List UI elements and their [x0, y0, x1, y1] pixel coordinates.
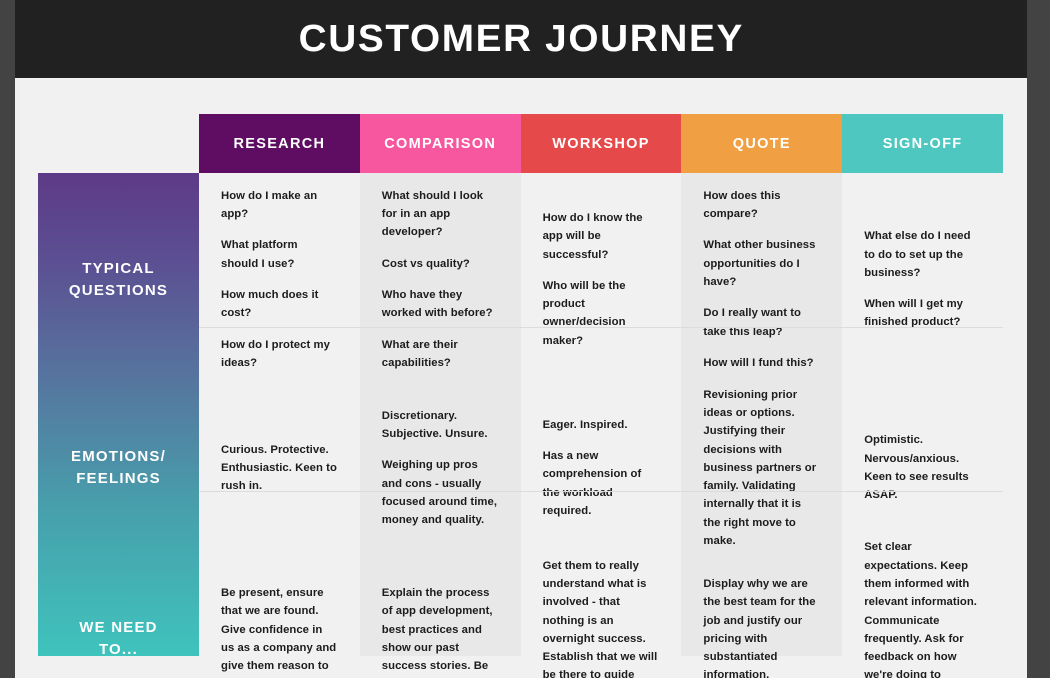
cell-typical-questions-comparison: What should I look for in an app develop…: [360, 173, 521, 386]
cell-emotions-feelings-workshop: Eager. Inspired. Has a new comprehension …: [521, 386, 682, 550]
cell-we-need-to-comparison: Explain the process of app development, …: [360, 550, 521, 678]
cell-typical-questions-sign-off: What else do I need to do to set up the …: [842, 173, 1003, 386]
header-band: CUSTOMER JOURNEY: [15, 0, 1027, 78]
row-divider-1: [199, 327, 1003, 328]
cell-text-line: Discretionary. Subjective. Unsure.: [381, 409, 488, 440]
column-research: How do I make an app? What platform shoul…: [199, 173, 360, 672]
row-label-line1: WE NEED: [79, 619, 158, 637]
matrix-body: How do I make an app? What platform shoul…: [199, 173, 1003, 678]
customer-journey-matrix: RESEARCH COMPARISON WORKSHOP QUOTE SIGN-…: [38, 114, 1003, 678]
cell-text-line: Revisioning prior ideas or options. Just…: [703, 388, 817, 548]
cell-text-line: Do I really want to take this leap?: [703, 307, 802, 338]
row-label-line1: TYPICAL: [82, 259, 155, 277]
cell-emotions-feelings-research: Curious. Protective. Enthusiastic. Keen …: [199, 386, 360, 550]
cell-typical-questions-research: How do I make an app? What platform shoul…: [199, 173, 360, 386]
stage-header-research[interactable]: RESEARCH: [199, 114, 360, 173]
cell-text-line: How do I protect my ideas?: [221, 338, 330, 369]
cell-we-need-to-quote: Display why we are the best team for the…: [681, 550, 842, 678]
cell-text-line: How does this compare?: [703, 189, 781, 221]
cell-text-line: Eager. Inspired.: [542, 418, 628, 431]
cell-text-line: Has a new comprehension of the workload …: [542, 450, 642, 517]
cell-text-line: Cost vs quality?: [381, 257, 470, 270]
cell-text-line: How much does it cost?: [221, 289, 319, 320]
cell-text-line: How do I make an app?: [221, 189, 318, 221]
stage-label: RESEARCH: [233, 135, 326, 152]
stage-label: QUOTE: [732, 135, 791, 152]
stage-label: WORKSHOP: [552, 135, 650, 152]
row-divider-2: [199, 491, 1003, 492]
cell-typical-questions-workshop: How do I know the app will be successful…: [521, 173, 682, 386]
cell-emotions-feelings-comparison: Discretionary. Subjective. Unsure. Weighi…: [360, 386, 521, 550]
cell-text-line: What other business opportunities do I h…: [703, 239, 816, 288]
row-label-line2: FEELINGS: [76, 470, 161, 487]
column-comparison: What should I look for in an app develop…: [359, 173, 521, 672]
row-label-we-need-to: WE NEED TO...: [38, 550, 199, 678]
cell-text-line: What are their capabilities?: [381, 338, 458, 369]
cell-text-line: What else do I need to do to set up the …: [864, 230, 971, 279]
stage-header-row: RESEARCH COMPARISON WORKSHOP QUOTE SIGN-…: [199, 114, 1003, 173]
cell-text-line: Curious. Protective. Enthusiastic. Keen …: [221, 443, 337, 493]
row-label-line2: QUESTIONS: [68, 281, 169, 299]
row-label-column: TYPICAL QUESTIONS EMOTIONS/ FEELINGS WE …: [38, 173, 199, 658]
cell-text-line: Who have they worked with before?: [381, 289, 493, 320]
cell-emotions-feelings-quote: Revisioning prior ideas or options. Just…: [681, 386, 842, 550]
cell-text-line: Set clear expectations. Keep them inform…: [864, 541, 977, 678]
cell-text-line: Who will be the product owner/decision m…: [542, 279, 626, 347]
cell-text-line: Be present, ensure that we are found. Gi…: [221, 587, 337, 673]
row-label-line1: EMOTIONS/: [71, 448, 166, 466]
cell-text-line: What platform should I use?: [221, 239, 298, 270]
stage-header-comparison[interactable]: COMPARISON: [359, 114, 521, 173]
stage-header-quote[interactable]: QUOTE: [681, 114, 843, 173]
page-frame: CUSTOMER JOURNEY RESEARCH COMPARISON WOR…: [15, 0, 1027, 678]
cell-text-line: Weighing up pros and cons - usually focu…: [381, 459, 498, 527]
cell-text-line: Optimistic. Nervous/anxious. Keen to see…: [864, 434, 969, 502]
cell-text-line: What should I look for in an app develop…: [381, 189, 484, 239]
cell-text-line: Explain the process of app development, …: [381, 587, 493, 673]
page-title: CUSTOMER JOURNEY: [298, 17, 744, 60]
row-label-line2: TO...: [98, 641, 139, 658]
row-label-emotions-feelings: EMOTIONS/ FEELINGS: [38, 386, 199, 550]
stage-label: SIGN-OFF: [882, 135, 963, 152]
stage-header-sign-off[interactable]: SIGN-OFF: [842, 114, 1003, 173]
column-workshop: How do I know the app will be successful…: [520, 173, 682, 678]
cell-text-line: How will I fund this?: [703, 356, 814, 369]
cell-emotions-feelings-sign-off: Optimistic. Nervous/anxious. Keen to see…: [842, 386, 1003, 550]
cell-text-line: Get them to really understand what is in…: [542, 559, 658, 678]
stage-header-workshop[interactable]: WORKSHOP: [520, 114, 682, 173]
cell-we-need-to-sign-off: Set clear expectations. Keep them inform…: [842, 541, 1003, 678]
column-sign-off: What else do I need to do to set up the …: [842, 173, 1003, 678]
column-quote: How does this compare? What other busines…: [681, 173, 843, 678]
cell-typical-questions-quote: How does this compare? What other busines…: [681, 173, 842, 386]
stage-label: COMPARISON: [384, 135, 497, 152]
cell-we-need-to-research: Be present, ensure that we are found. Gi…: [199, 550, 360, 678]
cell-text-line: Display why we are the best team for the…: [703, 577, 816, 678]
cell-text-line: How do I know the app will be successful…: [542, 211, 643, 261]
cell-we-need-to-workshop: Get them to really understand what is in…: [521, 550, 682, 678]
row-label-typical-questions: TYPICAL QUESTIONS: [38, 173, 199, 386]
